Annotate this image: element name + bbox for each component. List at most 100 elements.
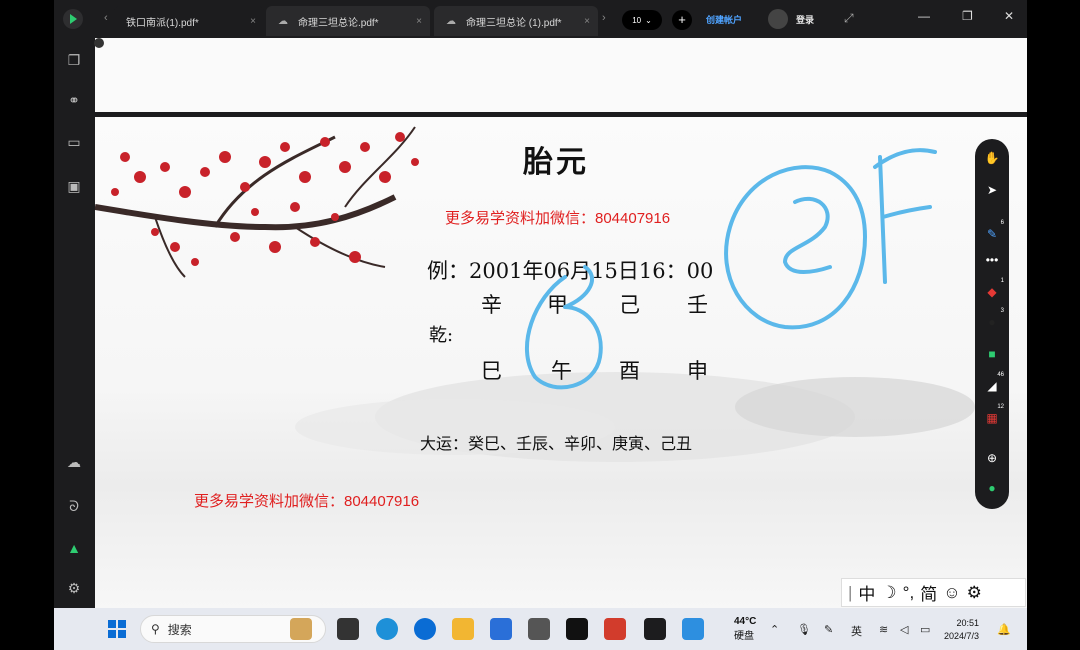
emoji-icon[interactable]: ☺ bbox=[943, 583, 960, 603]
avatar[interactable] bbox=[768, 9, 788, 29]
hand-icon[interactable]: ✋ bbox=[980, 147, 1004, 169]
pdf-app-icon[interactable] bbox=[644, 618, 666, 640]
search-highlight-icon bbox=[290, 618, 312, 640]
add-icon[interactable]: ⊕ bbox=[980, 447, 1004, 469]
pointer-icon[interactable]: ➤ bbox=[980, 179, 1004, 201]
ime-toolbar: | 中 ☽ °, 简 ☺ ⚙ bbox=[841, 578, 1026, 607]
tab-1[interactable]: 铁口南派(1).pdf* × bbox=[114, 6, 264, 36]
red-pen-icon[interactable]: ◆ 1 bbox=[980, 278, 1004, 303]
stem-year: 辛 bbox=[481, 293, 502, 317]
stem-month: 甲 bbox=[547, 293, 568, 317]
pages-icon[interactable]: ❐ bbox=[64, 50, 84, 70]
dayun-text: 大运：癸巳、壬辰、辛卯、庚寅、己丑 bbox=[420, 434, 693, 453]
stem-hour: 壬 bbox=[687, 293, 708, 317]
birth-datetime: 例：2001年06月15日16：00 bbox=[427, 259, 714, 283]
tab-close-icon[interactable]: × bbox=[250, 16, 256, 27]
tab-scroll-right-icon[interactable]: › bbox=[602, 12, 606, 24]
task-view-icon[interactable] bbox=[337, 618, 359, 640]
start-button[interactable] bbox=[108, 620, 126, 638]
tab-2[interactable]: ☁ 命理三坦总论.pdf* × bbox=[266, 6, 430, 36]
clock-date: 2024/7/3 bbox=[944, 631, 980, 641]
qian-label: 乾: bbox=[429, 325, 454, 346]
moon-icon[interactable]: ☽ bbox=[881, 583, 896, 603]
previous-page bbox=[95, 38, 1027, 112]
battery-icon[interactable]: ▭ bbox=[920, 623, 930, 636]
fullscreen-icon[interactable]: ⤢ bbox=[844, 11, 854, 26]
settings-gear-icon[interactable]: ⚙ bbox=[64, 578, 84, 598]
tab-close-icon[interactable]: × bbox=[416, 16, 422, 27]
app-icon[interactable]: ● bbox=[980, 477, 1004, 499]
collapse-sidebar-button[interactable] bbox=[94, 38, 104, 48]
login-link[interactable]: 登录 bbox=[796, 13, 814, 26]
ime-mode-chinese[interactable]: 中 bbox=[858, 580, 875, 605]
tab-label: 铁口南派(1).pdf* bbox=[126, 17, 199, 29]
tab-3[interactable]: ☁ 命理三坦总论 (1).pdf* × bbox=[434, 6, 598, 36]
branch-hour: 申 bbox=[687, 359, 708, 383]
search-icon: ⚲ bbox=[151, 622, 160, 636]
branch-year: 巳 bbox=[481, 359, 502, 383]
gift-icon[interactable]: ▦ 12 bbox=[980, 404, 1004, 429]
branch-day: 酉 bbox=[619, 359, 640, 383]
search-placeholder: 搜索 bbox=[167, 622, 192, 637]
punctuation-toggle[interactable]: °, bbox=[903, 583, 915, 603]
save-icon[interactable]: ▣ bbox=[64, 176, 84, 196]
capcut-icon[interactable] bbox=[566, 618, 588, 640]
new-tab-button[interactable]: + bbox=[672, 10, 692, 30]
clock[interactable]: 20:51 2024/7/3 bbox=[944, 617, 979, 643]
marker-icon[interactable]: ● 3 bbox=[980, 308, 1004, 333]
volume-icon[interactable]: ◁ bbox=[900, 623, 908, 636]
chevron-down-icon: ⌄ bbox=[645, 15, 652, 25]
pen-tray-icon[interactable]: ✎ bbox=[824, 623, 833, 636]
file-explorer-icon[interactable] bbox=[452, 618, 474, 640]
restore-icon[interactable]: ❐ bbox=[962, 9, 973, 23]
tab-scroll-left-icon[interactable]: ‹ bbox=[104, 12, 108, 24]
meeting-app-icon[interactable] bbox=[682, 618, 704, 640]
close-icon[interactable]: ✕ bbox=[1004, 9, 1014, 23]
pen-toolbar: ✋ ➤ ✎ 6 ••• ◆ 1 ● 3 ■ ◢ 46 ▦ 12 ⊕ ● bbox=[975, 139, 1009, 509]
create-account-link[interactable]: 创建帐户 bbox=[706, 13, 742, 26]
promo-text-top: 更多易学资料加微信：804407916 bbox=[445, 210, 671, 227]
zoom-select[interactable]: 10 ⌄ bbox=[622, 10, 662, 30]
app-logo-icon[interactable] bbox=[63, 9, 83, 29]
tab-label: 命理三坦总论 (1).pdf* bbox=[466, 17, 562, 29]
more-icon[interactable]: ••• bbox=[980, 249, 1004, 271]
graduation-cap-icon[interactable]: ▲ bbox=[64, 538, 84, 558]
ime-simplified[interactable]: 简 bbox=[920, 580, 937, 605]
app-window: ‹ 铁口南派(1).pdf* × ☁ 命理三坦总论.pdf* × ☁ 命理三坦总… bbox=[54, 0, 1027, 650]
pen-icon[interactable]: ✎ 6 bbox=[980, 220, 1004, 245]
minimize-icon[interactable]: — bbox=[918, 9, 930, 23]
tab-close-icon[interactable]: × bbox=[584, 16, 590, 27]
clock-time: 20:51 bbox=[956, 618, 980, 628]
ime-handle[interactable]: | bbox=[848, 583, 852, 603]
wifi-icon[interactable]: ≋ bbox=[879, 623, 888, 636]
pdf-page: 胎元 更多易学资料加微信：804407916 例：2001年06月15日16：0… bbox=[95, 117, 1027, 608]
stem-day: 己 bbox=[619, 293, 640, 317]
microphone-icon[interactable]: 🎙 bbox=[797, 623, 811, 636]
branch-month: 午 bbox=[551, 359, 572, 383]
lightning-app-icon[interactable] bbox=[414, 618, 436, 640]
eraser-icon[interactable]: ◢ 46 bbox=[980, 372, 1004, 397]
binoculars-icon[interactable]: ⚭ bbox=[64, 90, 84, 110]
powerpoint-icon[interactable] bbox=[604, 618, 626, 640]
cloud-sync-icon[interactable]: ☁ bbox=[64, 452, 84, 472]
cloud-icon: ☁ bbox=[278, 15, 288, 27]
language-indicator[interactable]: 英 bbox=[851, 623, 862, 639]
windows-taskbar: ⚲ 搜索 44°C 硬盘 ⌃ 🎙 ✎ 英 ≋ ◁ ▭ 20:51 2024/7/… bbox=[54, 608, 1027, 650]
store-icon[interactable] bbox=[490, 618, 512, 640]
cloud-icon: ☁ bbox=[446, 15, 456, 27]
ime-settings-icon[interactable]: ⚙ bbox=[967, 583, 982, 603]
chevron-up-icon[interactable]: ⌃ bbox=[770, 623, 779, 636]
notification-bell-icon[interactable]: 🔔 bbox=[997, 623, 1011, 636]
tab-label: 命理三坦总论.pdf* bbox=[298, 17, 379, 29]
highlighter-icon[interactable]: ■ bbox=[980, 343, 1004, 365]
left-sidebar: ❐ ⚭ ▭ ▣ ☁ ᘐ ▲ ⚙ bbox=[54, 38, 95, 608]
keyboard-icon[interactable]: ▭ bbox=[64, 132, 84, 152]
promo-text-bottom: 更多易学资料加微信：804407916 bbox=[194, 493, 420, 510]
weather-label: 硬盘 bbox=[734, 631, 754, 642]
edge-icon[interactable] bbox=[376, 618, 398, 640]
title-bar: ‹ 铁口南派(1).pdf* × ☁ 命理三坦总论.pdf* × ☁ 命理三坦总… bbox=[54, 0, 1027, 38]
swirl-icon[interactable]: ᘐ bbox=[64, 496, 84, 516]
mail-icon[interactable] bbox=[528, 618, 550, 640]
weather-temp: 44°C bbox=[734, 616, 757, 627]
weather-widget[interactable]: 44°C 硬盘 bbox=[734, 616, 756, 642]
